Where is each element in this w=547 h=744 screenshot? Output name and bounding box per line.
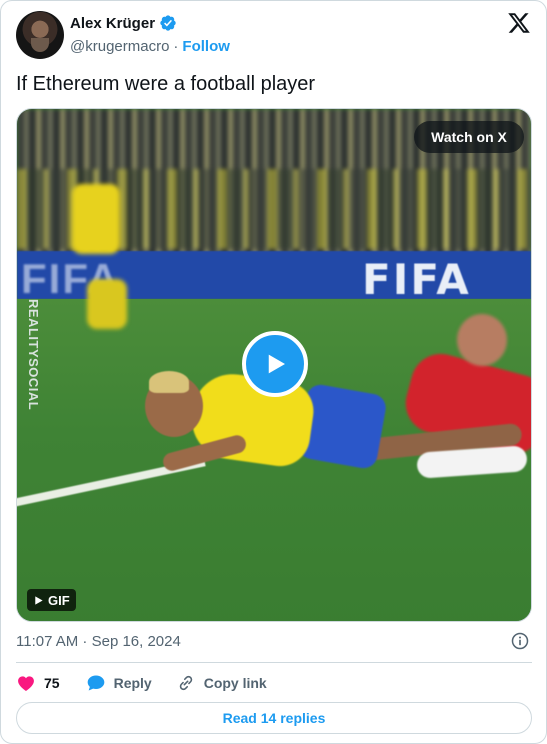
gif-play-icon xyxy=(35,595,43,605)
action-bar: 75 Reply Copy link xyxy=(16,671,291,695)
gif-media[interactable]: FIFA FIFA REALITYSOCIAL Watch on X GIF xyxy=(16,108,532,622)
author-avatar[interactable] xyxy=(16,11,64,59)
opponent-head xyxy=(457,314,507,366)
like-button[interactable]: 75 xyxy=(16,673,60,693)
watermark-text: REALITYSOCIAL xyxy=(26,299,41,411)
author-name-row: Alex Krüger xyxy=(70,14,177,32)
watch-on-x-button[interactable]: Watch on X xyxy=(414,121,524,153)
board-text-right: FIFA xyxy=(362,255,471,304)
watermark: REALITYSOCIAL xyxy=(25,299,43,449)
copy-link-label: Copy link xyxy=(203,675,267,691)
link-icon xyxy=(179,675,192,691)
play-icon xyxy=(268,354,285,374)
background-player xyxy=(72,184,120,254)
tweet-text: If Ethereum were a football player xyxy=(16,73,316,95)
reply-button[interactable]: Reply xyxy=(86,673,152,693)
like-count: 75 xyxy=(44,675,60,691)
info-icon[interactable] xyxy=(510,631,530,651)
handle-separator: · xyxy=(173,38,179,55)
verified-badge-icon xyxy=(160,15,176,31)
heart-icon xyxy=(18,676,34,691)
read-replies-button[interactable]: Read 14 replies xyxy=(16,702,532,734)
reply-label: Reply xyxy=(113,675,152,691)
avatar-beard xyxy=(31,38,49,52)
x-logo-icon[interactable] xyxy=(507,11,531,35)
author-handle[interactable]: @krugermacro xyxy=(70,38,169,55)
gif-badge[interactable]: GIF xyxy=(27,589,76,611)
background-player-2 xyxy=(87,279,127,329)
author-name[interactable]: Alex Krüger xyxy=(70,15,155,32)
player-hair xyxy=(149,371,189,393)
copy-link-button[interactable]: Copy link xyxy=(176,673,267,693)
follow-button[interactable]: Follow xyxy=(182,38,230,55)
gif-label: GIF xyxy=(48,592,70,608)
play-button[interactable] xyxy=(242,331,308,397)
tweet-card: Alex Krüger @krugermacro · Follow If Eth… xyxy=(0,0,547,744)
author-handle-row: @krugermacro · Follow xyxy=(70,38,230,55)
reply-bubble-icon xyxy=(87,675,104,691)
tweet-timestamp[interactable]: 11:07 AM · Sep 16, 2024 xyxy=(16,633,181,650)
divider xyxy=(16,662,532,663)
